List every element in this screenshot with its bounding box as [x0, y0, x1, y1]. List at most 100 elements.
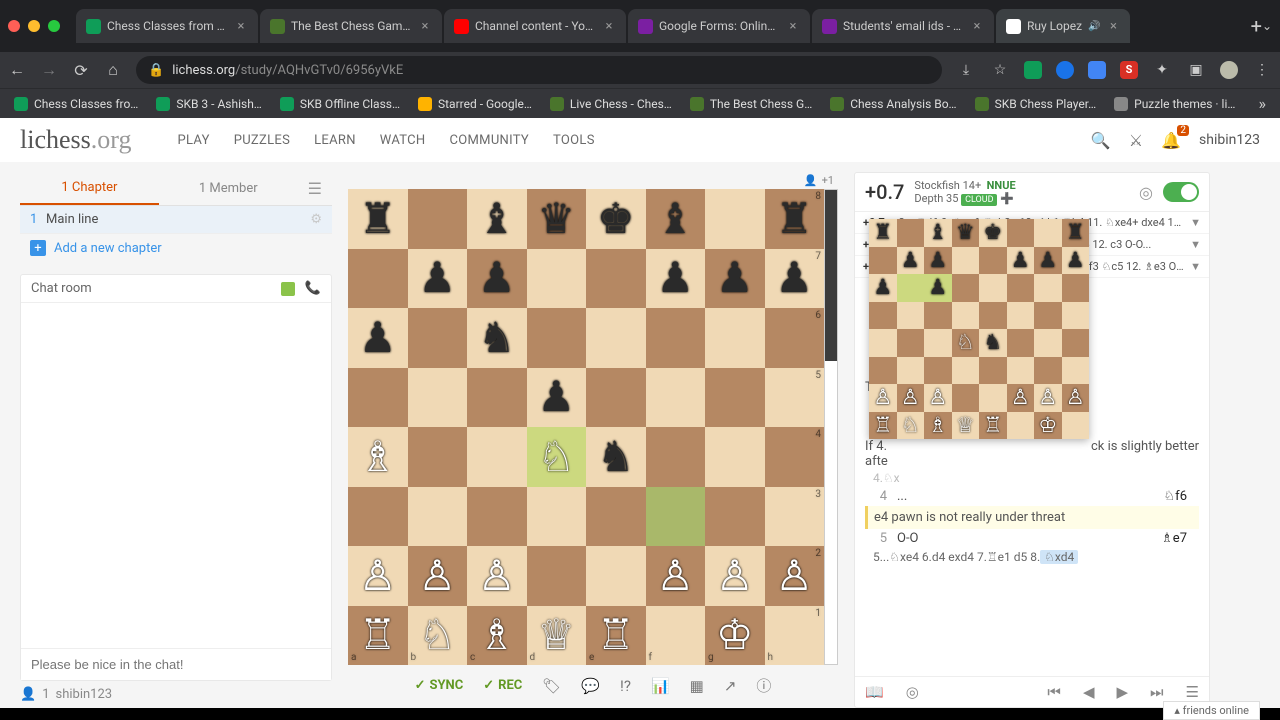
book-icon[interactable]: 📖 — [865, 683, 884, 701]
expand-icon[interactable]: ▼ — [1190, 260, 1201, 273]
expand-icon[interactable]: ▼ — [1190, 216, 1201, 229]
add-chapter-button[interactable]: + Add a new chapter — [20, 234, 332, 262]
square-e2[interactable] — [586, 546, 646, 606]
reload-button[interactable]: ⟳ — [72, 61, 90, 80]
square-a3[interactable] — [348, 487, 408, 547]
square-f4[interactable] — [646, 427, 706, 487]
square-a4[interactable]: ♗ — [348, 427, 408, 487]
square-h8[interactable]: ♜8 — [765, 189, 825, 249]
square-f7[interactable]: ♟ — [646, 249, 706, 309]
square-d4[interactable]: ♘ — [527, 427, 587, 487]
close-tab-icon[interactable]: × — [1106, 19, 1120, 33]
square-f6[interactable] — [646, 308, 706, 368]
square-e3[interactable] — [586, 487, 646, 547]
rec-button[interactable]: ✓ REC — [483, 678, 522, 693]
square-d8[interactable]: ♛ — [527, 189, 587, 249]
nav-tools[interactable]: TOOLS — [553, 133, 595, 148]
minimize-window-icon[interactable] — [28, 20, 40, 32]
audio-icon[interactable]: 🔊 — [1088, 21, 1100, 32]
square-g5[interactable] — [705, 368, 765, 428]
back-button[interactable]: ← — [8, 60, 26, 80]
square-d3[interactable] — [527, 487, 587, 547]
browser-tab[interactable]: Chess Classes from Jun× — [76, 9, 258, 43]
glyph-icon[interactable]: !? — [620, 677, 631, 695]
pv-line[interactable]: +1.78... ♘xc6+ bxc6 10. f3 ♕h4 11. g3 ♕h… — [855, 234, 1209, 256]
bookmark-item[interactable]: Live Chess - Ches… — [544, 93, 678, 115]
tab-members[interactable]: 1 Member — [159, 173, 298, 204]
install-app-icon[interactable]: ⤓ — [956, 60, 976, 80]
engine-toggle[interactable] — [1163, 182, 1199, 202]
extension-icon[interactable] — [1088, 61, 1106, 79]
bookmark-item[interactable]: Chess Classes fro… — [8, 93, 144, 115]
extension-icon[interactable] — [1056, 61, 1074, 79]
square-h6[interactable]: 6 — [765, 308, 825, 368]
chapter-row[interactable]: 1 Main line ⚙ — [20, 206, 332, 234]
square-f5[interactable] — [646, 368, 706, 428]
square-f1[interactable]: f — [646, 606, 706, 666]
pv-line[interactable]: +2.78... ♕h4 9. g3 ♕f6 10. ♘xc6+ bxc6 11… — [855, 256, 1209, 278]
bookmark-item[interactable]: SKB 3 - Ashish… — [150, 93, 268, 115]
square-b7[interactable]: ♟ — [408, 249, 468, 309]
username[interactable]: shibin123 — [1199, 132, 1260, 148]
eye-icon[interactable]: ◎ — [1139, 183, 1153, 202]
bookmark-item[interactable]: SKB Offline Class… — [274, 93, 406, 115]
square-c5[interactable] — [467, 368, 527, 428]
square-g3[interactable] — [705, 487, 765, 547]
square-d6[interactable] — [527, 308, 587, 368]
square-b6[interactable] — [408, 308, 468, 368]
nav-learn[interactable]: LEARN — [314, 133, 356, 148]
next-move-icon[interactable]: ▶ — [1116, 683, 1128, 701]
new-tab-button[interactable]: + — [1251, 14, 1262, 38]
browser-tab[interactable]: Ruy Lopez🔊× — [996, 9, 1130, 43]
square-e6[interactable] — [586, 308, 646, 368]
square-b2[interactable]: ♙ — [408, 546, 468, 606]
square-e1[interactable]: ♖e — [586, 606, 646, 666]
move-list[interactable]: The If 4.ck is slightly better afte 4.♘x… — [855, 278, 1209, 676]
square-e5[interactable] — [586, 368, 646, 428]
square-g4[interactable] — [705, 427, 765, 487]
tab-chapters[interactable]: 1 Chapter — [20, 172, 159, 205]
contributor-row[interactable]: 👤 1 shibin123 — [20, 681, 332, 708]
browser-tab[interactable]: Google Forms: Online Fo× — [628, 9, 810, 43]
square-c4[interactable] — [467, 427, 527, 487]
extensions-icon[interactable]: ✦ — [1152, 60, 1172, 80]
challenge-icon[interactable]: ⚔ — [1129, 131, 1143, 150]
square-d7[interactable] — [527, 249, 587, 309]
close-tab-icon[interactable]: × — [970, 19, 984, 33]
add-line-icon[interactable]: ➕ — [1000, 192, 1014, 205]
square-a6[interactable]: ♟ — [348, 308, 408, 368]
square-e4[interactable]: ♞ — [586, 427, 646, 487]
profile-avatar[interactable] — [1220, 61, 1238, 79]
bookmark-item[interactable]: Starred - Google… — [412, 93, 538, 115]
comment-icon[interactable]: 💬 — [581, 677, 600, 695]
close-tab-icon[interactable]: × — [786, 19, 800, 33]
square-h7[interactable]: ♟7 — [765, 249, 825, 309]
close-tab-icon[interactable]: × — [234, 19, 248, 33]
last-move-icon[interactable]: ⏭ — [1150, 683, 1164, 701]
nav-puzzles[interactable]: PUZZLES — [234, 133, 290, 148]
square-h2[interactable]: ♙2 — [765, 546, 825, 606]
info-icon[interactable]: ⓘ — [756, 675, 771, 696]
prev-move-icon[interactable]: ◀ — [1083, 683, 1095, 701]
chess-board[interactable]: 👆 ♜♝♛♚♝♜8♟♟♟♟♟7♟♞6♟5♗♘♞43♙♙♙♙♙♙2♖a♘b♗c♕d… — [348, 189, 824, 665]
square-g7[interactable]: ♟ — [705, 249, 765, 309]
bell-icon[interactable]: 🔔2 — [1161, 131, 1181, 150]
forward-button[interactable]: → — [40, 60, 58, 80]
square-g8[interactable] — [705, 189, 765, 249]
gear-icon[interactable]: ⚙ — [310, 212, 322, 227]
menu-icon[interactable]: ⋮ — [1252, 60, 1272, 80]
menu-icon[interactable]: ☰ — [1186, 683, 1199, 701]
tag-icon[interactable]: 🏷 — [542, 677, 561, 695]
square-b8[interactable] — [408, 189, 468, 249]
browser-tab[interactable]: Channel content - YouTu× — [444, 9, 626, 43]
square-g2[interactable]: ♙ — [705, 546, 765, 606]
search-icon[interactable]: 🔍 — [1091, 131, 1111, 150]
extension-icon[interactable] — [1024, 61, 1042, 79]
square-f8[interactable]: ♝ — [646, 189, 706, 249]
square-b5[interactable] — [408, 368, 468, 428]
browser-tab[interactable]: Students' email ids - Go× — [812, 9, 994, 43]
browser-tab[interactable]: The Best Chess Games× — [260, 9, 442, 43]
multiboard-icon[interactable]: ▦ — [690, 677, 704, 695]
maximize-window-icon[interactable] — [48, 20, 60, 32]
square-a2[interactable]: ♙ — [348, 546, 408, 606]
